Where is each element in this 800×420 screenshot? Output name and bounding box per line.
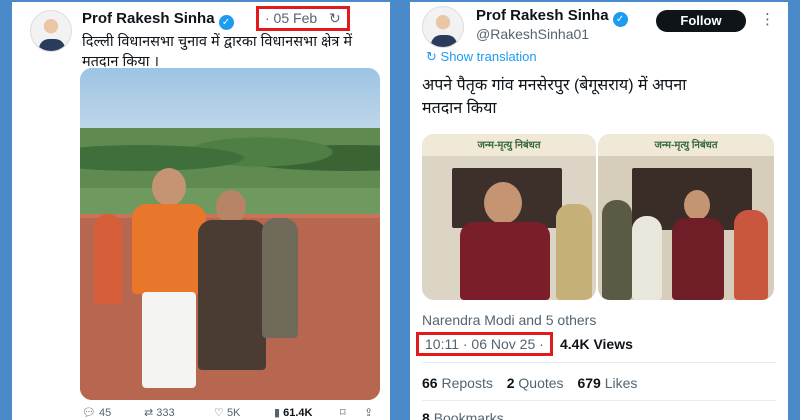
tweet-photo[interactable]: [80, 68, 380, 400]
person-vest: [460, 222, 550, 300]
author-avatar[interactable]: [30, 10, 72, 52]
tweet-text-line: मतदान किया: [422, 100, 497, 117]
background-person: [602, 200, 632, 300]
tweet-views: 4.4K Views: [560, 336, 633, 352]
like-count: 5K: [226, 407, 241, 419]
more-options-icon[interactable]: ⋮: [760, 10, 775, 28]
quotes-label: Quotes: [518, 375, 564, 391]
translate-icon: ↻: [426, 49, 437, 64]
person-vest: [672, 218, 724, 300]
tweet-timestamp[interactable]: 10:11 · 06 Nov 25 ·: [425, 336, 544, 352]
tweet-photo[interactable]: जन्म-मृत्यु निबंधत: [598, 134, 774, 300]
like-action[interactable]: ♡ 5K: [214, 406, 240, 419]
divider: [422, 400, 776, 401]
quotes-count: 2: [506, 375, 515, 391]
tweet-text-line: अपने पैतृक गांव मनसेरपुर (बेगूसराय) में …: [422, 77, 687, 94]
person-head: [684, 190, 710, 220]
photo-banner-text: जन्म-मृत्यु निबंधत: [654, 140, 718, 151]
tagged-users[interactable]: Narendra Modi and 5 others: [422, 312, 596, 328]
background-person: [734, 210, 768, 300]
tweet-timestamp-highlight: 10:11 · 06 Nov 25 ·: [416, 332, 553, 356]
reposts-stat[interactable]: 66 Reposts: [422, 375, 493, 391]
verified-badge-icon: ✓: [612, 12, 628, 27]
photo-trees: [80, 128, 380, 188]
person-trousers: [142, 292, 196, 388]
author-name-row: Prof Rakesh Sinha ✓: [476, 7, 628, 27]
tweet-date[interactable]: · 05 Feb: [265, 10, 317, 26]
right-tweet-panel: Prof Rakesh Sinha ✓ @RakeshSinha01 Follow…: [410, 2, 788, 420]
bookmarks-count: 8: [422, 410, 430, 420]
repost-count: 333: [156, 407, 175, 419]
bookmarks-stat[interactable]: 8 Bookmarks: [422, 410, 504, 420]
divider: [422, 362, 776, 363]
left-tweet-panel: Prof Rakesh Sinha ✓ · 05 Feb ↻ दिल्ली विध…: [12, 2, 390, 420]
bookmarks-label: Bookmarks: [433, 410, 504, 420]
background-person: [94, 214, 122, 304]
photo-banner-text: जन्म-मृत्यु निबंधत: [477, 140, 541, 151]
person-jacket: [132, 204, 206, 294]
show-translation-link[interactable]: ↻ Show translation: [426, 49, 537, 65]
tweet-text: अपने पैतृक गांव मनसेरपुर (बेगूसराय) में …: [422, 74, 782, 120]
reply-icon: 💬︎: [82, 407, 96, 419]
background-person: [262, 218, 298, 338]
views-icon: ▮: [274, 407, 281, 419]
views-count: 61.4K: [283, 407, 313, 419]
author-avatar[interactable]: [422, 6, 464, 48]
author-name[interactable]: Prof Rakesh Sinha: [476, 7, 609, 24]
views-action[interactable]: ▮ 61.4K: [274, 406, 312, 419]
reply-count: 45: [99, 407, 112, 419]
quotes-stat[interactable]: 2 Quotes: [507, 375, 564, 391]
tweet-text: दिल्ली विधानसभा चुनाव में द्वारका विधानस…: [82, 32, 382, 72]
tweet-actions: 💬︎ 45 ⇄ 333 ♡ 5K ▮ 61.4K ⌑ ⇪: [82, 404, 382, 420]
follow-button[interactable]: Follow: [656, 10, 746, 32]
background-person: [632, 216, 662, 300]
tweet-views-text: 4.4K Views: [560, 336, 633, 352]
tweet-text-line: दिल्ली विधानसभा चुनाव में द्वारका विधानस…: [82, 34, 353, 50]
tweet-date-highlight: · 05 Feb ↻: [256, 6, 350, 31]
likes-label: Likes: [604, 375, 638, 391]
likes-stat[interactable]: 679 Likes: [577, 375, 637, 391]
verified-badge-icon: ✓: [218, 15, 234, 30]
author-name[interactable]: Prof Rakesh Sinha: [82, 10, 215, 27]
reposts-count: 66: [422, 375, 438, 391]
like-icon: ♡: [214, 407, 224, 419]
author-handle[interactable]: @RakeshSinha01: [476, 26, 589, 42]
author-name-row: Prof Rakesh Sinha ✓: [82, 10, 234, 30]
background-person: [556, 204, 592, 300]
person-outfit: [198, 220, 266, 370]
engagement-stats: 66 Reposts 2 Quotes 679 Likes: [422, 375, 637, 391]
person-head: [484, 182, 522, 224]
repost-icon: ⇄: [144, 407, 154, 419]
share-icon[interactable]: ⇪: [364, 406, 373, 419]
edited-icon: ↻: [329, 10, 341, 26]
tweet-photo[interactable]: जन्म-मृत्यु निबंधत: [422, 134, 596, 300]
person-head: [152, 168, 186, 206]
reply-action[interactable]: 💬︎ 45: [82, 406, 111, 419]
reposts-label: Reposts: [441, 375, 493, 391]
person-head: [216, 190, 246, 224]
likes-count: 679: [577, 375, 601, 391]
bookmark-icon[interactable]: ⌑: [340, 406, 346, 419]
show-translation-label: Show translation: [440, 49, 537, 64]
repost-action[interactable]: ⇄ 333: [144, 406, 175, 419]
